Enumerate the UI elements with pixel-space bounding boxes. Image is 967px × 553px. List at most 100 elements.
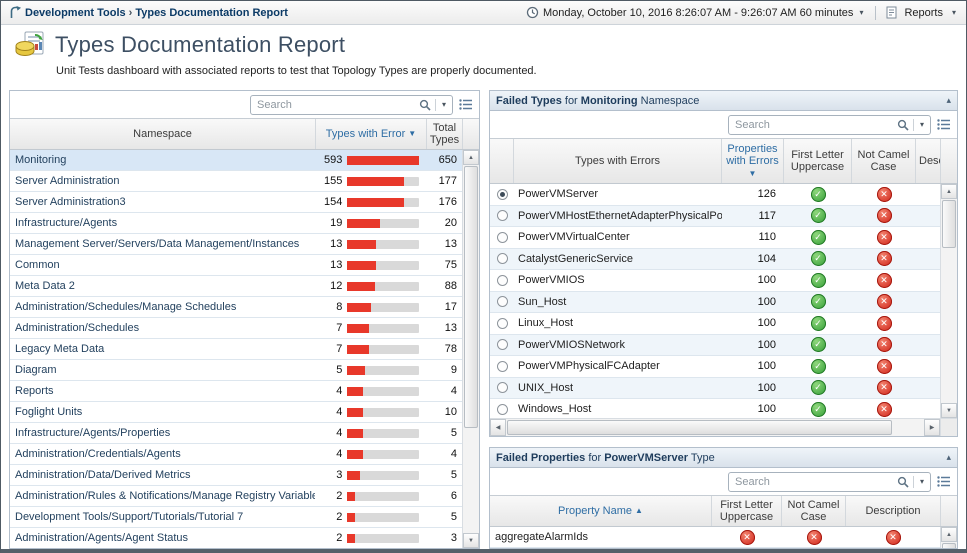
table-customizer-icon[interactable] <box>937 475 952 488</box>
search-options-dropdown-icon[interactable]: ▾ <box>440 100 448 109</box>
namespace-row[interactable]: Administration/Credentials/Agents44 <box>10 444 462 465</box>
column-header-types-with-errors[interactable]: Types with Errors <box>514 139 722 183</box>
table-customizer-icon[interactable] <box>459 98 474 111</box>
column-header-description[interactable]: Description <box>916 139 941 183</box>
reports-dropdown-icon[interactable]: ▾ <box>950 8 958 17</box>
scroll-up-button[interactable]: ▲ <box>941 184 957 199</box>
not-camel-case-cell: ✕ <box>852 402 916 417</box>
column-header-total-types[interactable]: Total Types <box>427 119 463 149</box>
failed-types-vertical-scrollbar[interactable]: ▲ ▼ <box>940 184 957 418</box>
column-header-not-camel-case[interactable]: Not Camel Case <box>782 496 846 526</box>
search-options-dropdown-icon[interactable]: ▾ <box>918 477 926 486</box>
namespace-row[interactable]: Development Tools/Support/Tutorials/Tuto… <box>10 507 462 528</box>
failed-type-row[interactable]: Windows_Host100✓✕ <box>490 399 940 418</box>
failed-type-row[interactable]: Linux_Host100✓✕ <box>490 313 940 335</box>
collapse-icon[interactable]: ▴ <box>946 95 951 106</box>
failed-type-row[interactable]: PowerVMPhysicalFCAdapter100✓✕ <box>490 356 940 378</box>
namespace-row[interactable]: Administration/Data/Derived Metrics35 <box>10 465 462 486</box>
namespace-row[interactable]: Meta Data 21288 <box>10 276 462 297</box>
collapse-icon[interactable]: ▴ <box>946 452 951 463</box>
namespace-row[interactable]: Administration/Schedules/Manage Schedule… <box>10 297 462 318</box>
scrollbar-thumb[interactable] <box>507 420 892 435</box>
column-header-types-with-error[interactable]: Types with Error▼ <box>316 119 427 149</box>
breadcrumb-development-tools[interactable]: Development Tools <box>25 7 126 19</box>
row-radio[interactable] <box>497 382 508 393</box>
namespace-row[interactable]: Foglight Units410 <box>10 402 462 423</box>
namespace-row[interactable]: Infrastructure/Agents1920 <box>10 213 462 234</box>
namespace-row[interactable]: Monitoring593650 <box>10 150 462 171</box>
row-radio[interactable] <box>497 275 508 286</box>
failed-type-row[interactable]: PowerVMIOSNetwork100✓✕ <box>490 335 940 357</box>
first-letter-uppercase-cell: ✓ <box>784 273 852 288</box>
search-icon[interactable] <box>897 476 909 488</box>
column-header-properties-with-errors[interactable]: Properties with Errors▼ <box>722 139 784 183</box>
table-customizer-icon[interactable] <box>937 118 952 131</box>
row-radio[interactable] <box>497 296 508 307</box>
column-header-namespace[interactable]: Namespace <box>10 119 316 149</box>
namespace-row[interactable]: Common1375 <box>10 255 462 276</box>
time-range-dropdown-icon[interactable]: ▾ <box>857 8 865 17</box>
namespace-row[interactable]: Diagram59 <box>10 360 462 381</box>
namespace-row[interactable]: Legacy Meta Data778 <box>10 339 462 360</box>
namespace-row[interactable]: Server Administration3154176 <box>10 192 462 213</box>
scrollbar-thumb[interactable] <box>942 543 956 548</box>
column-header-not-camel-case[interactable]: Not Camel Case <box>852 139 916 183</box>
row-radio[interactable] <box>497 189 508 200</box>
row-radio[interactable] <box>497 210 508 221</box>
column-header-property-name[interactable]: Property Name▲ <box>490 496 712 526</box>
type-name-cell: Linux_Host <box>514 317 722 329</box>
namespace-vertical-scrollbar[interactable]: ▲ ▼ <box>462 150 479 548</box>
failed-type-row[interactable]: PowerVMHostEthernetAdapterPhysicalPort11… <box>490 206 940 228</box>
time-range-selector[interactable]: Monday, October 10, 2016 8:26:07 AM - 9:… <box>543 7 853 19</box>
scroll-down-button[interactable]: ▼ <box>941 403 957 418</box>
namespace-row[interactable]: Management Server/Servers/Data Managemen… <box>10 234 462 255</box>
failed-types-search-input[interactable] <box>733 118 897 132</box>
namespace-row[interactable]: Reports44 <box>10 381 462 402</box>
failed-property-row[interactable]: aggregateAlarmIds✕✕✕ <box>490 527 940 548</box>
row-radio[interactable] <box>497 404 508 415</box>
row-radio[interactable] <box>497 361 508 372</box>
scrollbar-track[interactable] <box>941 249 957 403</box>
scroll-right-button[interactable]: ▶ <box>924 419 940 436</box>
namespace-row[interactable]: Administration/Rules & Notifications/Man… <box>10 486 462 507</box>
namespace-row[interactable]: Administration/Agents/Agent Status23 <box>10 528 462 548</box>
scrollbar-track[interactable] <box>506 419 924 436</box>
failed-properties-search-input[interactable] <box>733 475 897 489</box>
scroll-left-button[interactable]: ◀ <box>490 419 506 436</box>
failed-type-row[interactable]: CatalystGenericService104✓✕ <box>490 249 940 271</box>
row-radio[interactable] <box>497 232 508 243</box>
search-icon[interactable] <box>419 99 431 111</box>
types-with-error-cell: 5 <box>315 364 426 376</box>
scrollbar-track[interactable] <box>463 429 479 533</box>
row-radio[interactable] <box>497 339 508 350</box>
namespace-row[interactable]: Administration/Schedules713 <box>10 318 462 339</box>
column-header-first-letter-uppercase[interactable]: First Letter Uppercase <box>784 139 852 183</box>
row-radio[interactable] <box>497 253 508 264</box>
failed-type-row[interactable]: PowerVMIOS100✓✕ <box>490 270 940 292</box>
failed-types-horizontal-scrollbar[interactable]: ◀ ▶ <box>490 418 957 436</box>
column-header-first-letter-uppercase[interactable]: First Letter Uppercase <box>712 496 782 526</box>
error-bar <box>347 261 419 270</box>
namespace-search-input[interactable] <box>255 98 419 112</box>
failed-properties-vertical-scrollbar[interactable]: ▲ <box>940 527 957 548</box>
row-radio[interactable] <box>497 318 508 329</box>
namespace-row[interactable]: Server Administration155177 <box>10 171 462 192</box>
failed-type-row[interactable]: Sun_Host100✓✕ <box>490 292 940 314</box>
scrollbar-thumb[interactable] <box>942 200 956 248</box>
scrollbar-thumb[interactable] <box>464 166 478 428</box>
search-options-dropdown-icon[interactable]: ▾ <box>918 120 926 129</box>
reports-menu[interactable]: Reports <box>904 7 943 19</box>
search-icon[interactable] <box>897 119 909 131</box>
scroll-down-button[interactable]: ▼ <box>463 533 479 548</box>
failed-type-row[interactable]: UNIX_Host100✓✕ <box>490 378 940 400</box>
failed-type-row[interactable]: PowerVMVirtualCenter110✓✕ <box>490 227 940 249</box>
column-header-description[interactable]: Description <box>846 496 941 526</box>
failed-type-row[interactable]: PowerVMServer126✓✕ <box>490 184 940 206</box>
scroll-up-button[interactable]: ▲ <box>463 150 479 165</box>
error-count: 13 <box>315 259 342 271</box>
error-count: 593 <box>315 154 342 166</box>
first-letter-uppercase-cell: ✓ <box>784 402 852 417</box>
namespace-row[interactable]: Infrastructure/Agents/Properties45 <box>10 423 462 444</box>
scroll-up-button[interactable]: ▲ <box>941 527 957 542</box>
failed-types-table-body: PowerVMServer126✓✕PowerVMHostEthernetAda… <box>490 184 957 418</box>
